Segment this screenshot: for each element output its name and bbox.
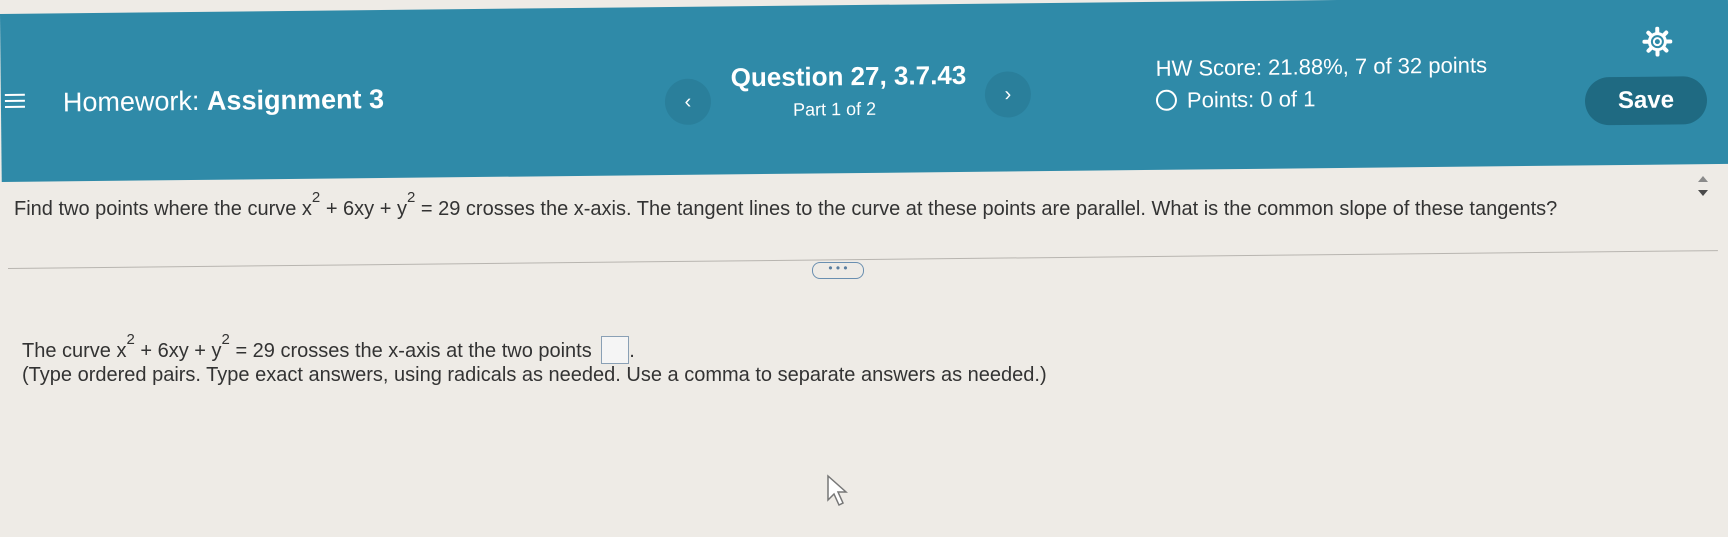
answer-mid: + 6xy + y (134, 340, 222, 362)
next-question-button[interactable]: › (984, 71, 1032, 118)
assignment-title: Assignment 3 (206, 83, 385, 116)
answer-line: The curve x2 + 6xy + y2 = 29 crosses the… (22, 332, 635, 364)
answer-input-box[interactable] (601, 336, 630, 364)
answer-instructions: (Type ordered pairs. Type exact answers,… (22, 364, 1047, 386)
question-title: Question 27, 3.7.43 (730, 59, 967, 93)
save-button[interactable]: Save (1584, 76, 1708, 126)
question-prefix: Find two points where the curve (14, 198, 302, 220)
question-suffix: = 29 crosses the x-axis. The tangent lin… (415, 198, 1558, 220)
question-text: Find two points where the curve x2 + 6xy… (14, 190, 1558, 221)
gear-icon[interactable] (1642, 26, 1673, 57)
scroll-arrows[interactable] (1692, 166, 1714, 222)
chevron-left-icon: ‹ (684, 90, 692, 113)
points-circle-icon (1155, 89, 1178, 111)
answer-end: . (629, 340, 635, 362)
question-x: x (301, 198, 312, 220)
scroll-up-icon[interactable] (1698, 176, 1708, 182)
points-text: Points: 0 of 1 (1186, 86, 1316, 113)
points-row: Points: 0 of 1 (1155, 86, 1316, 114)
chevron-right-icon: › (1004, 83, 1012, 106)
answer-exponent-2: 2 (221, 331, 230, 348)
expand-button[interactable]: • • • (812, 262, 864, 279)
question-exponent-1: 2 (311, 189, 321, 206)
scroll-down-icon[interactable] (1698, 190, 1708, 196)
homework-prefix: Homework: (62, 85, 200, 118)
answer-exponent-1: 2 (126, 331, 135, 348)
mouse-cursor-icon (827, 474, 848, 507)
question-part: Part 1 of 2 (792, 98, 877, 120)
header-bar: Homework: Assignment 3 ‹ Question 27, 3.… (0, 0, 1728, 182)
answer-x: x (116, 340, 127, 362)
homework-title: Homework: Assignment 3 (63, 84, 384, 118)
answer-prefix: The curve (22, 340, 117, 362)
hw-score: HW Score: 21.88%, 7 of 32 points (1155, 52, 1488, 81)
question-mid: + 6xy + y (320, 198, 407, 220)
answer-suffix: = 29 crosses the x-axis at the two point… (229, 340, 598, 362)
previous-question-button[interactable]: ‹ (664, 78, 712, 126)
hamburger-menu-icon[interactable] (4, 90, 25, 110)
